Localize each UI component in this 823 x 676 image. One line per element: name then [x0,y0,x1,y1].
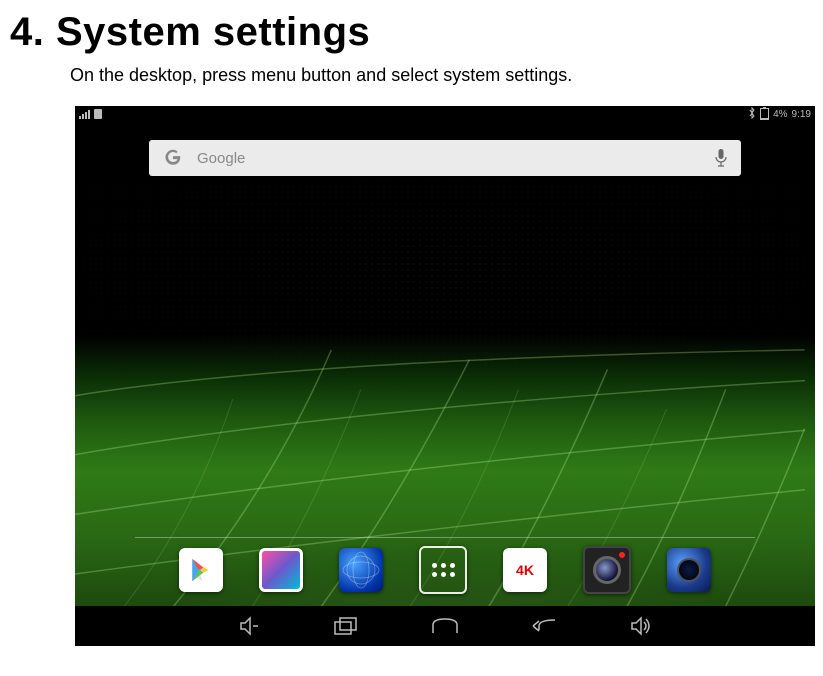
google-g-icon [149,149,197,167]
battery-icon [760,108,769,120]
back-icon[interactable] [529,614,557,638]
wallpaper-pattern [75,177,815,397]
volume-up-icon[interactable] [627,614,655,638]
status-bar: 4% 9:19 [75,106,815,122]
4k-label: 4K [516,562,534,578]
play-store-icon[interactable] [179,548,223,592]
4k-player-icon[interactable]: 4K [503,548,547,592]
recent-apps-icon[interactable] [333,614,361,638]
clock: 9:19 [792,109,811,120]
instruction-text: On the desktop, press menu button and se… [70,65,813,86]
battery-percent: 4% [773,109,787,120]
search-placeholder: Google [197,150,701,167]
dock-divider [135,537,755,538]
section-heading: 4. System settings [10,10,813,55]
camera-icon[interactable] [583,546,631,594]
signal-icon [79,110,90,119]
voice-search-icon[interactable] [701,148,741,168]
sound-icon[interactable] [667,548,711,592]
navigation-bar [75,606,815,646]
sd-card-icon [94,109,102,119]
app-drawer-icon[interactable] [419,546,467,594]
tablet-screenshot: 4% 9:19 Google [75,106,815,646]
google-search-widget[interactable]: Google [149,140,741,176]
volume-down-icon[interactable] [235,614,263,638]
gallery-icon[interactable] [259,548,303,592]
dock: 4K [75,542,815,598]
bluetooth-icon [748,107,756,122]
home-icon[interactable] [431,614,459,638]
home-screen[interactable]: Google [75,122,815,606]
browser-icon[interactable] [339,548,383,592]
